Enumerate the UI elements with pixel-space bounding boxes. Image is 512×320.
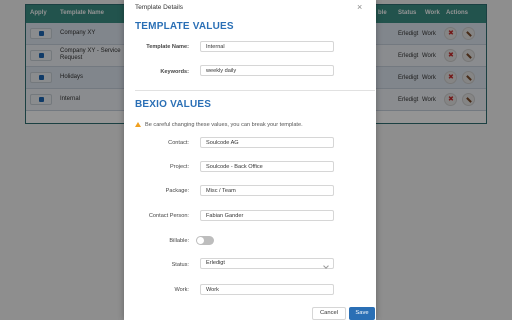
contact-label: Contact: [168,140,189,146]
template-details-modal: Template Details × TEMPLATE VALUES Templ… [124,0,376,320]
contact-person-label: Contact Person: [148,213,189,219]
warning-message: Be careful changing these values, you ca… [135,122,303,128]
work-label: Work: [174,287,189,293]
warning-text: Be careful changing these values, you ca… [145,122,303,128]
status-selected-value: Erledigt [206,260,225,266]
status-select[interactable]: Erledigt [200,258,334,269]
warning-icon [135,122,141,127]
modal-title: Template Details [135,4,184,11]
work-input[interactable] [200,284,334,295]
package-label: Package: [165,188,189,194]
template-name-label: Template Name: [146,44,189,50]
keywords-label: Keywords: [160,69,189,75]
section-divider [135,90,375,91]
template-name-input[interactable] [200,41,334,52]
save-button[interactable]: Save [349,307,375,320]
cancel-button[interactable]: Cancel [312,307,346,320]
keywords-input[interactable] [200,65,334,76]
project-input[interactable] [200,161,334,172]
contact-person-input[interactable] [200,210,334,221]
close-icon[interactable]: × [357,2,362,12]
bexio-values-heading: BEXIO VALUES [135,99,212,110]
billable-toggle[interactable] [196,236,214,245]
billable-label: Billable: [169,238,189,244]
package-input[interactable] [200,185,334,196]
template-values-heading: TEMPLATE VALUES [135,21,234,32]
status-label: Status: [171,262,189,268]
contact-input[interactable] [200,137,334,148]
project-label: Project: [170,164,189,170]
